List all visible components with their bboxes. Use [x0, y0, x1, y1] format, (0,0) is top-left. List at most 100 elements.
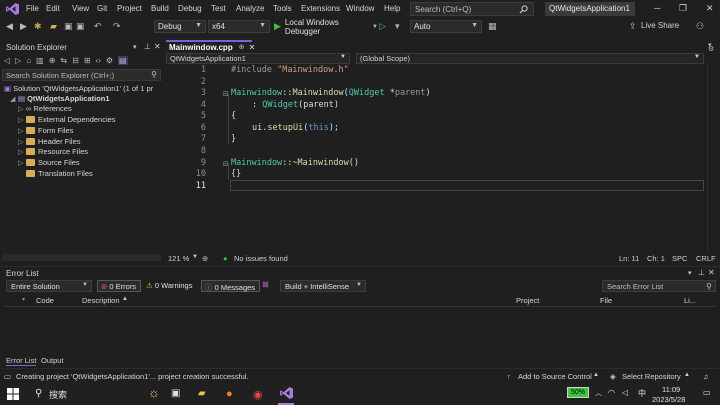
tree-item-translation-files[interactable]: Translation Files: [26, 169, 93, 178]
settings-icon[interactable]: ⚙: [708, 45, 714, 53]
back-icon[interactable]: ◀: [6, 21, 13, 32]
battery-indicator[interactable]: 50%: [567, 387, 589, 398]
tree-item-source-files[interactable]: ▷ Source Files: [18, 158, 80, 167]
scope-dropdown[interactable]: Entire Solution ▼: [6, 280, 92, 292]
taskbar-search-label[interactable]: 搜索: [49, 388, 67, 401]
start-without-debugging-icon[interactable]: ▷: [379, 21, 386, 32]
tree-item-header-files[interactable]: ▷ Header Files: [18, 137, 81, 146]
volume-icon[interactable]: ◁: [622, 388, 628, 397]
tree-project[interactable]: ◢ ▤ QtWidgetsApplication1: [10, 94, 110, 103]
menu-analyze[interactable]: Analyze: [236, 4, 264, 13]
tree-item-external-dependencies[interactable]: ▷ External Dependencies: [18, 115, 116, 124]
sync-icon[interactable]: ⇆: [60, 56, 67, 65]
preview-icon[interactable]: ▤: [118, 56, 128, 65]
toolbar-extra-icon[interactable]: ▦: [488, 21, 497, 32]
issues-status[interactable]: No issues found: [234, 254, 288, 263]
project-scope-dropdown[interactable]: QtWidgetsApplication1 ▼: [166, 53, 350, 64]
line-indicator[interactable]: Ln: 11: [619, 254, 639, 263]
menu-help[interactable]: Help: [384, 4, 400, 13]
char-indicator[interactable]: Ch: 1: [647, 254, 665, 263]
platform-dropdown[interactable]: x64 ▼: [208, 20, 270, 33]
menu-debug[interactable]: Debug: [178, 4, 202, 13]
column-file[interactable]: File: [600, 296, 612, 305]
pin-icon[interactable]: ⊕: [239, 43, 245, 51]
task-view-icon[interactable]: ▣: [171, 388, 180, 399]
tab-output[interactable]: Output: [41, 356, 64, 365]
run-debugger-button[interactable]: ▶ Local Windows Debugger ▼: [274, 18, 378, 36]
warnings-filter-button[interactable]: ⚠ 0 Warnings: [143, 280, 196, 292]
tab-mainwindow-cpp[interactable]: Mainwindow.cpp ⊕ ✕: [166, 40, 255, 52]
clock-date[interactable]: 2023/5/28: [652, 395, 685, 404]
menu-build[interactable]: Build: [151, 4, 169, 13]
restore-icon[interactable]: ❐: [679, 3, 687, 14]
visual-studio-taskbar-icon[interactable]: [280, 387, 293, 399]
firefox-icon[interactable]: ●: [226, 388, 233, 400]
show-all-files-icon[interactable]: ⊞: [84, 56, 91, 65]
menu-git[interactable]: Git: [97, 4, 107, 13]
tree-item-resource-files[interactable]: ▷ Resource Files: [18, 147, 88, 156]
collapse-icon[interactable]: ⊟: [223, 90, 229, 98]
save-all-icon[interactable]: ▣: [76, 21, 85, 32]
messages-filter-button[interactable]: ⓘ 0 Messages: [201, 280, 261, 292]
widget-illustration-icon[interactable]: ☼: [148, 385, 160, 400]
menu-view[interactable]: View: [72, 4, 89, 13]
spacing-indicator[interactable]: SPC: [672, 254, 687, 263]
forward-icon[interactable]: ▶: [20, 21, 27, 32]
notifications-icon[interactable]: ♫: [703, 372, 709, 381]
save-icon[interactable]: ▣: [64, 21, 73, 32]
configuration-dropdown[interactable]: Debug ▼: [154, 20, 206, 33]
vertical-scrollbar[interactable]: [707, 64, 717, 252]
menu-tools[interactable]: Tools: [273, 4, 292, 13]
undo-icon[interactable]: ↶: [94, 21, 102, 32]
code-view-icon[interactable]: ‹›: [96, 56, 101, 65]
close-panel-icon[interactable]: ✕: [708, 268, 715, 277]
sort-icon[interactable]: ▾: [22, 296, 25, 303]
select-repository-button[interactable]: Select Repository: [622, 372, 681, 381]
auto-hide-icon[interactable]: ⊥: [144, 42, 151, 51]
errors-filter-button[interactable]: ⊗ 0 Errors: [97, 280, 142, 292]
auto-hide-icon[interactable]: ⊥: [698, 268, 705, 277]
search-input[interactable]: Search (Ctrl+Q): [410, 2, 534, 16]
clock-time[interactable]: 11:09: [662, 385, 680, 394]
close-panel-icon[interactable]: ✕: [154, 42, 161, 51]
horizontal-scrollbar[interactable]: [2, 254, 161, 261]
ime-indicator[interactable]: 中: [638, 388, 646, 399]
collapse-all-icon[interactable]: ⊟: [72, 56, 79, 65]
menu-extensions[interactable]: Extensions: [301, 4, 340, 13]
zoom-level[interactable]: 121 %: [168, 254, 189, 263]
minimize-icon[interactable]: ─: [654, 3, 660, 13]
search-icon[interactable]: ⚲: [35, 388, 42, 399]
pin-icon[interactable]: ▾: [133, 43, 137, 51]
menu-project[interactable]: Project: [117, 4, 142, 13]
forward-icon[interactable]: ▷: [15, 56, 21, 65]
menu-test[interactable]: Test: [211, 4, 226, 13]
column-line[interactable]: Li...: [684, 296, 696, 305]
new-item-icon[interactable]: ✱: [34, 21, 42, 32]
redo-icon[interactable]: ↷: [113, 21, 121, 32]
line-ending-indicator[interactable]: CRLF: [696, 254, 716, 263]
options-icon[interactable]: ▾: [688, 269, 692, 277]
live-share-button[interactable]: Live Share: [641, 21, 679, 30]
global-scope-dropdown[interactable]: (Global Scope) ▼: [356, 53, 704, 64]
brush-icon[interactable]: ⊕: [202, 254, 208, 263]
filter-icon[interactable]: ⊠: [262, 280, 269, 289]
add-to-source-control-button[interactable]: Add to Source Control: [518, 372, 592, 381]
tree-item-form-files[interactable]: ▷ Form Files: [18, 126, 73, 135]
back-icon[interactable]: ◁: [4, 56, 10, 65]
settings-icon[interactable]: ⚙: [106, 56, 113, 65]
menu-window[interactable]: Window: [346, 4, 374, 13]
notification-center-icon[interactable]: ▭: [703, 388, 711, 397]
build-filter-dropdown[interactable]: Build + IntelliSense ▼: [280, 280, 366, 292]
pending-changes-icon[interactable]: ⊕: [49, 56, 56, 65]
chrome-icon[interactable]: ◉: [253, 388, 263, 401]
column-description[interactable]: Description: [82, 296, 120, 305]
menu-file[interactable]: File: [26, 4, 39, 13]
file-explorer-icon[interactable]: ▰: [198, 388, 206, 399]
column-code[interactable]: Code: [36, 296, 54, 305]
collapse-icon[interactable]: ⊟: [223, 160, 229, 168]
home-icon[interactable]: ⌂: [26, 56, 31, 65]
chevron-down-icon[interactable]: ▼: [192, 254, 198, 260]
wifi-icon[interactable]: ◠: [608, 388, 615, 397]
solution-search-input[interactable]: Search Solution Explorer (Ctrl+;) ⚲: [2, 69, 161, 81]
feedback-icon[interactable]: ⚇: [696, 21, 704, 32]
